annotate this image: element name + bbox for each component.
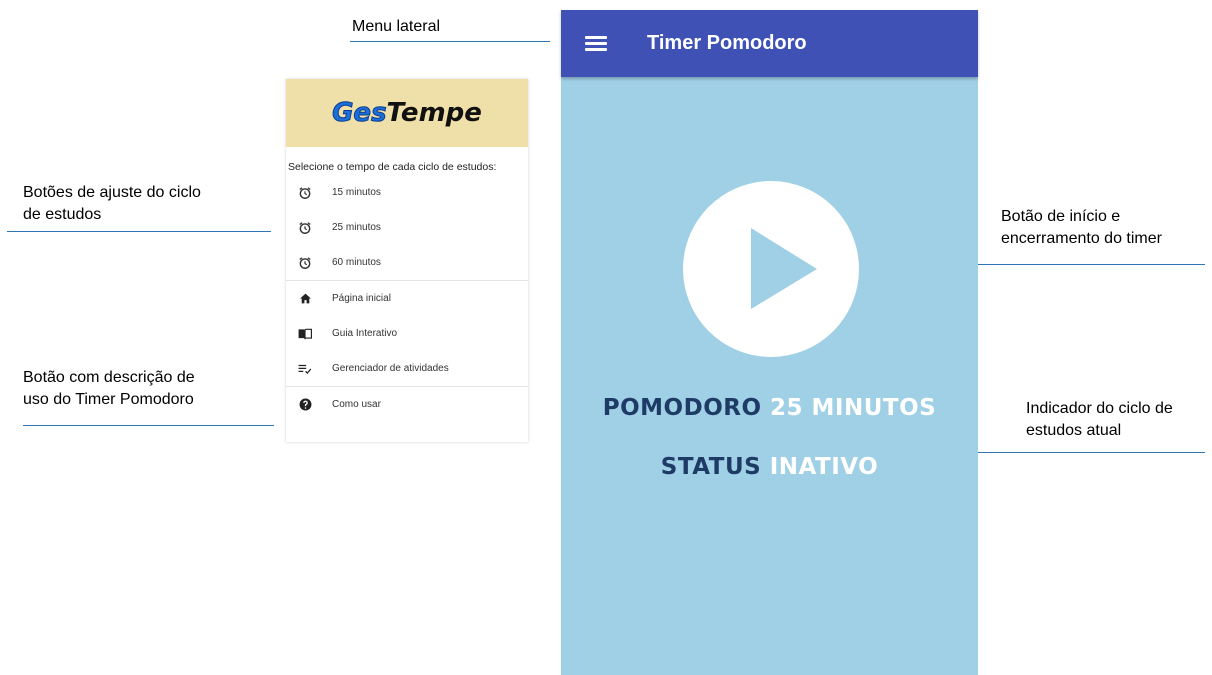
cycle-label: 15 minutos: [332, 187, 381, 198]
help-label: Como usar: [332, 399, 381, 410]
status-label: STATUS: [660, 454, 762, 480]
annotation-start-button-line1: Botão de início e: [1001, 208, 1121, 225]
app-screen: Timer Pomodoro POMODORO 25 MINUTOS STATU…: [561, 10, 978, 675]
cycle-label: 25 minutos: [332, 222, 381, 233]
start-stop-timer-button[interactable]: [683, 181, 859, 357]
nav-label: Gerenciador de atividades: [332, 363, 449, 374]
cycle-25-minutes-button[interactable]: 25 minutos: [286, 210, 528, 245]
help-icon: [296, 398, 314, 411]
leader-line-cycle-buttons: [7, 231, 271, 232]
nav-label: Guia Interativo: [332, 328, 398, 339]
annotation-help-button-line1: Botão com descrição de: [23, 369, 195, 386]
checklist-icon: [296, 363, 314, 375]
home-icon: [296, 292, 314, 305]
annotation-indicator-line1: Indicador do ciclo de: [1026, 400, 1173, 417]
play-icon: [751, 228, 817, 309]
leader-line-help-button: [23, 425, 274, 426]
nav-label: Página inicial: [332, 293, 391, 304]
cycle-15-minutes-button[interactable]: 15 minutos: [286, 175, 528, 210]
annotation-start-button-line2: encerramento do timer: [1001, 230, 1162, 247]
annotation-indicator-line2: estudos atual: [1026, 422, 1122, 439]
alarm-icon: [296, 186, 314, 200]
hamburger-menu-icon[interactable]: [585, 33, 607, 54]
nav-activity-manager-item[interactable]: Gerenciador de atividades: [286, 351, 528, 386]
alarm-icon: [296, 256, 314, 270]
nav-home-item[interactable]: Página inicial: [286, 281, 528, 316]
alarm-icon: [296, 221, 314, 235]
nav-interactive-guide-item[interactable]: Guia Interativo: [286, 316, 528, 351]
app-bar: Timer Pomodoro: [561, 10, 978, 77]
annotation-menu: Menu lateral: [352, 18, 441, 35]
drawer-header: Ges Tempe: [286, 79, 528, 147]
cycle-60-minutes-button[interactable]: 60 minutos: [286, 245, 528, 280]
how-to-use-button[interactable]: Como usar: [286, 387, 528, 422]
leader-line-menu: [350, 41, 550, 42]
app-title: Timer Pomodoro: [647, 32, 807, 54]
annotation-cycle-buttons-line1: Botões de ajuste do ciclo: [23, 184, 201, 201]
pomodoro-label: POMODORO: [602, 395, 762, 421]
pomodoro-value: 25 MINUTOS: [770, 395, 937, 421]
cycle-label: 60 minutos: [332, 257, 381, 268]
book-icon: [296, 328, 314, 340]
side-drawer: Ges Tempe Selecione o tempo de cada ciclo…: [286, 79, 528, 442]
leader-line-indicator: [941, 452, 1205, 453]
status-indicator: STATUS INATIVO: [561, 454, 978, 480]
gestempe-logo: Ges Tempe: [332, 98, 482, 129]
drawer-caption: Selecione o tempo de cada ciclo de estud…: [288, 161, 497, 173]
annotation-help-button-line2: uso do Timer Pomodoro: [23, 391, 194, 408]
annotation-cycle-buttons-line2: de estudos: [23, 206, 102, 223]
pomodoro-indicator: POMODORO 25 MINUTOS: [561, 395, 978, 421]
status-value: INATIVO: [769, 454, 879, 480]
